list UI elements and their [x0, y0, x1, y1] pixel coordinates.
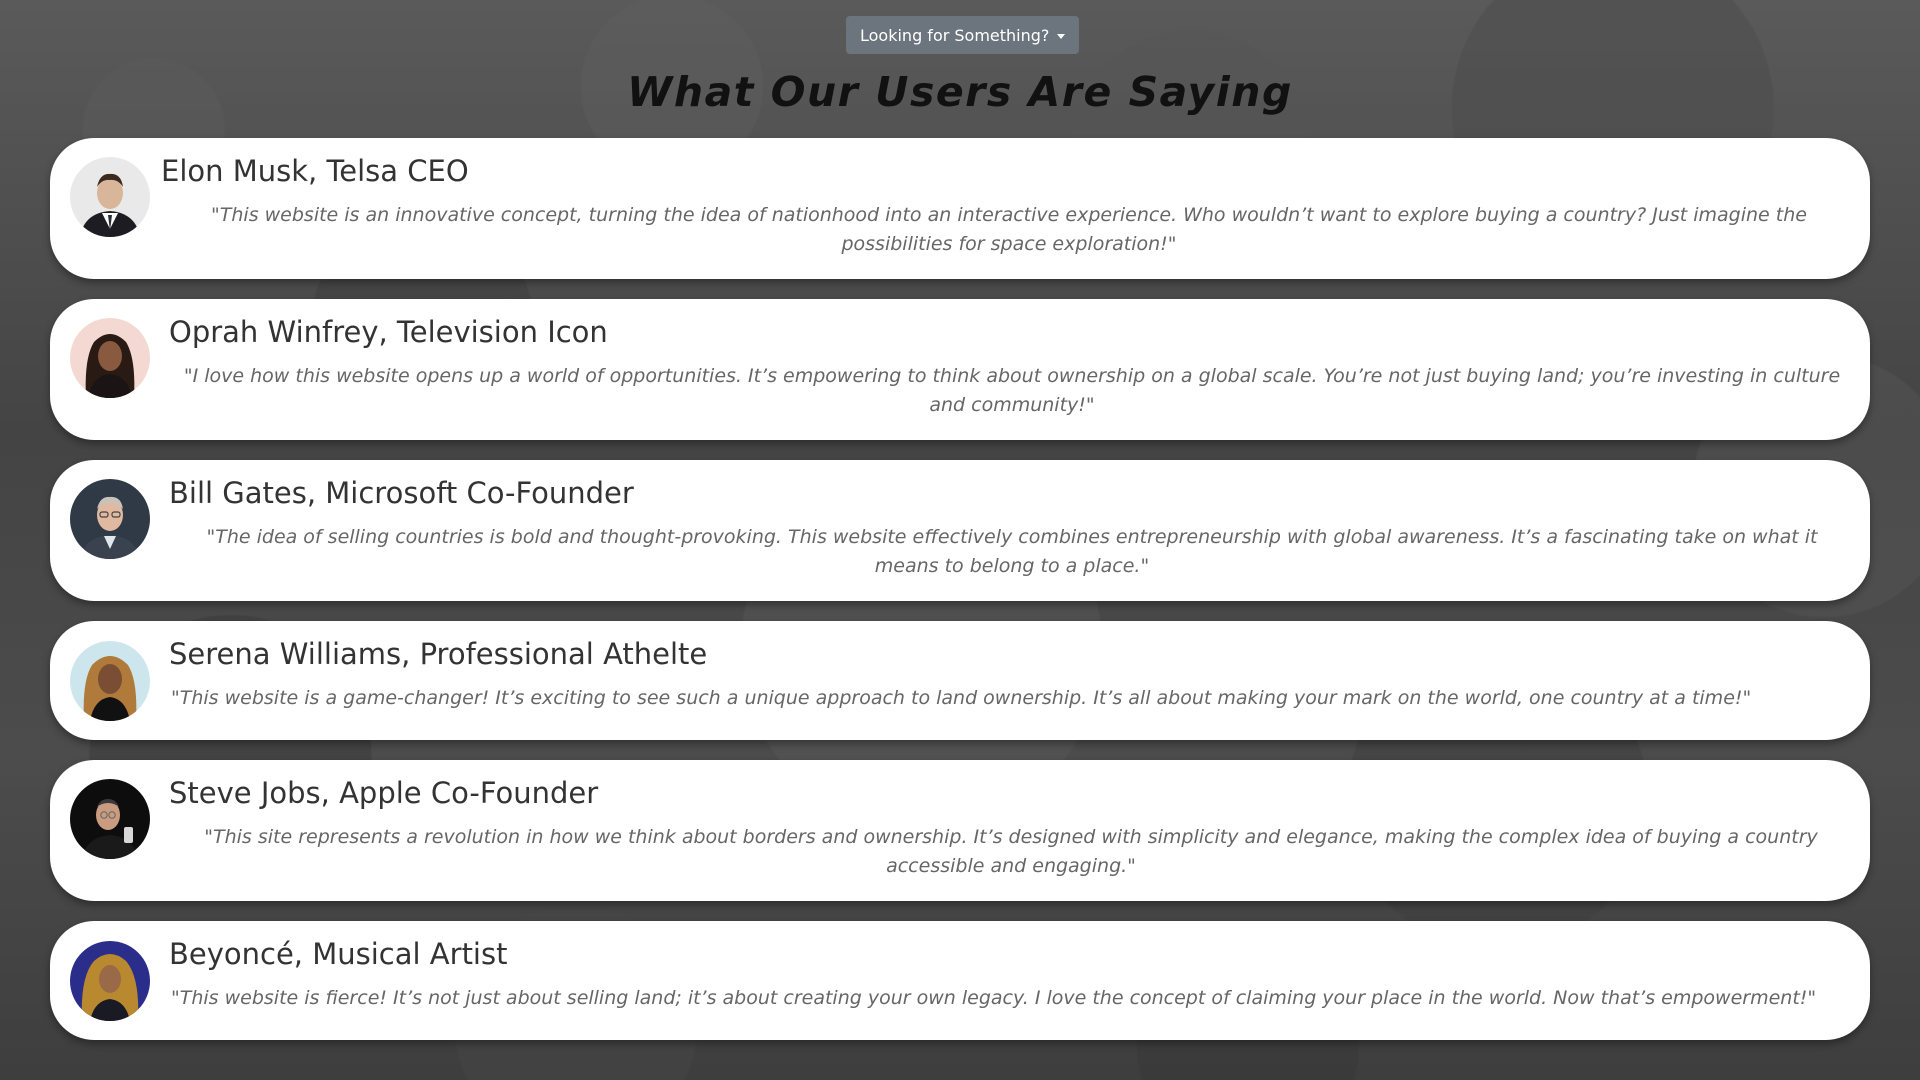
looking-for-something-dropdown[interactable]: Looking for Something?: [846, 16, 1080, 54]
page-title: What Our Users Are Saying: [627, 68, 1293, 116]
testimonial-card: Oprah Winfrey, Television Icon "I love h…: [50, 299, 1870, 440]
testimonial-name: Oprah Winfrey, Television Icon: [169, 315, 608, 349]
avatar: [70, 941, 150, 1021]
testimonials-list: Elon Musk, Telsa CEO "This website is an…: [50, 138, 1870, 1060]
testimonial-quote: "The idea of selling countries is bold a…: [206, 526, 1818, 577]
testimonial-name: Beyoncé, Musical Artist: [169, 937, 508, 971]
avatar: [70, 318, 150, 398]
dropdown-label: Looking for Something?: [860, 25, 1050, 45]
testimonial-quote: "This website is fierce! It’s not just a…: [171, 987, 1817, 1009]
testimonial-card: Bill Gates, Microsoft Co-Founder "The id…: [50, 460, 1870, 601]
testimonial-card: Beyoncé, Musical Artist "This website is…: [50, 921, 1870, 1040]
caret-down-icon: [1057, 33, 1066, 39]
avatar: [70, 641, 150, 721]
testimonial-name: Steve Jobs, Apple Co-Founder: [169, 776, 599, 810]
testimonial-card: Elon Musk, Telsa CEO "This website is an…: [50, 138, 1870, 279]
testimonial-quote: "I love how this website opens up a worl…: [183, 365, 1841, 416]
testimonial-quote: "This website is an innovative concept, …: [211, 204, 1807, 255]
testimonial-name: Serena Williams, Professional Athelte: [169, 637, 708, 671]
testimonial-quote: "This website is a game-changer! It’s ex…: [171, 687, 1752, 709]
avatar: [70, 157, 150, 237]
avatar: [70, 479, 150, 559]
avatar: [70, 779, 150, 859]
testimonial-name: Elon Musk, Telsa CEO: [161, 154, 469, 188]
testimonial-card: Serena Williams, Professional Athelte "T…: [50, 621, 1870, 740]
testimonial-quote: "This site represents a revolution in ho…: [204, 826, 1818, 877]
testimonial-name: Bill Gates, Microsoft Co-Founder: [169, 476, 634, 510]
testimonials-page: Looking for Something? What Our Users Ar…: [0, 0, 1920, 1080]
testimonial-card: Steve Jobs, Apple Co-Founder "This site …: [50, 760, 1870, 901]
